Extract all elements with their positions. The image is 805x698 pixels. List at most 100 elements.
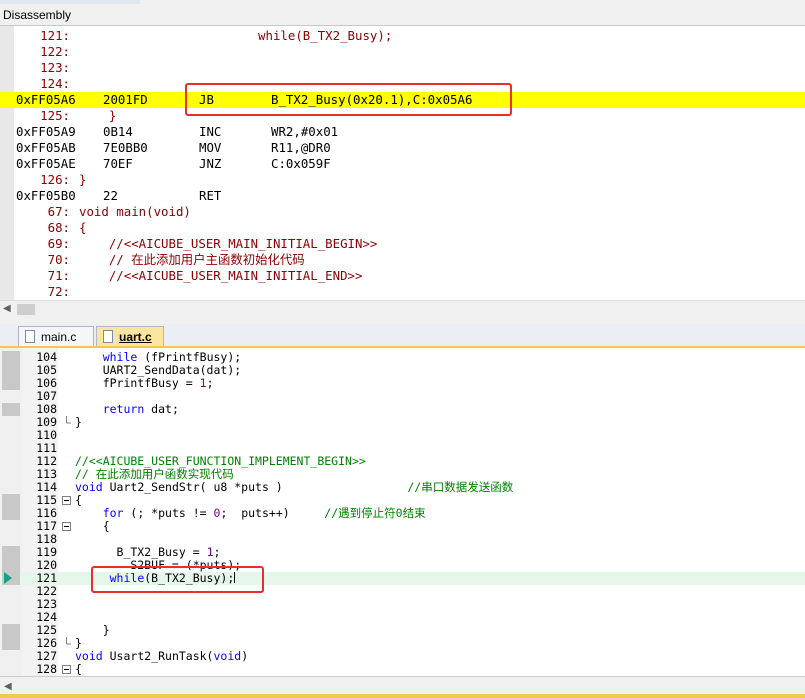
code-line[interactable]: 123 xyxy=(0,598,805,611)
code-line[interactable]: 128 { xyxy=(0,663,805,676)
tab-uart-c[interactable]: uart.c xyxy=(96,326,164,346)
fold-collapse-icon[interactable] xyxy=(62,520,71,533)
instruction-operands: C:0x059F xyxy=(271,156,331,171)
instruction-address: 0xFF05A6 xyxy=(16,92,76,107)
executable-line-marker[interactable] xyxy=(2,546,20,559)
instruction-bytes: 2001FD xyxy=(103,92,148,107)
source-code-text: } xyxy=(79,108,117,123)
disassembly-instruction-line[interactable]: 0xFF05AB 7E0BB0 MOV R11,@DR0 xyxy=(0,140,805,156)
source-line-number: 124: xyxy=(40,76,70,91)
disassembly-source-line[interactable]: 126:} xyxy=(0,172,805,188)
source-line-number: 70: xyxy=(47,252,70,267)
executable-line-marker[interactable] xyxy=(2,637,20,650)
instruction-bytes: 22 xyxy=(103,188,118,203)
code-text: fPrintfBusy = 1; xyxy=(75,376,214,390)
scroll-left-arrow-icon[interactable]: ◀ xyxy=(4,681,12,692)
disassembly-source-line[interactable]: 121: while(B_TX2_Busy); xyxy=(0,28,805,44)
instruction-address: 0xFF05AE xyxy=(16,156,76,171)
scroll-left-arrow-icon[interactable]: ◀ xyxy=(3,303,11,314)
source-line-number: 69: xyxy=(47,236,70,251)
source-line-number: 122: xyxy=(40,44,70,59)
pane-splitter[interactable] xyxy=(0,317,805,324)
code-line[interactable]: 127 void Usart2_RunTask(void) xyxy=(0,650,805,663)
instruction-address: 0xFF05B0 xyxy=(16,188,76,203)
source-code-text: //<<AICUBE_USER_MAIN_INITIAL_BEGIN>> xyxy=(79,236,378,251)
tab-label: uart.c xyxy=(119,330,152,344)
instruction-mnemonic: MOV xyxy=(199,140,222,155)
disassembly-source-line[interactable]: 69: //<<AICUBE_USER_MAIN_INITIAL_BEGIN>> xyxy=(0,236,805,252)
annotation-box-editor xyxy=(91,566,264,593)
code-text: { xyxy=(75,662,82,676)
instruction-operands: WR2,#0x01 xyxy=(271,124,339,139)
code-line[interactable]: 109} xyxy=(0,416,805,429)
instruction-bytes: 70EF xyxy=(103,156,133,171)
disassembly-source-line[interactable]: 123: xyxy=(0,60,805,76)
code-text: } xyxy=(75,415,82,429)
instruction-mnemonic: JNZ xyxy=(199,156,222,171)
editor-tab-bar: main.c uart.c xyxy=(0,324,805,348)
editor-horizontal-scrollbar[interactable]: ◀ xyxy=(0,676,805,698)
source-code-text: void main(void) xyxy=(79,204,191,219)
code-text: void Uart2_SendStr( u8 *puts ) //串口数据发送函… xyxy=(75,480,514,494)
disassembly-instruction-line[interactable]: 0xFF05A9 0B14 INC WR2,#0x01 xyxy=(0,124,805,140)
code-line[interactable]: 114 void Uart2_SendStr( u8 *puts ) //串口数据… xyxy=(0,481,805,494)
fold-collapse-icon[interactable] xyxy=(62,663,71,676)
executable-line-marker[interactable] xyxy=(2,377,20,390)
fold-collapse-icon[interactable] xyxy=(62,494,71,507)
code-line[interactable]: 116 for (; *puts != 0; puts++) //遇到停止符0结… xyxy=(0,507,805,520)
source-code-text: { xyxy=(79,220,87,235)
instruction-bytes: 0B14 xyxy=(103,124,133,139)
instruction-address: 0xFF05A9 xyxy=(16,124,76,139)
status-strip xyxy=(0,694,805,698)
source-code-text: } xyxy=(79,172,87,187)
code-line[interactable]: 106 fPrintfBusy = 1; xyxy=(0,377,805,390)
disassembly-source-line[interactable]: 122: xyxy=(0,44,805,60)
disassembly-instruction-line[interactable]: 0xFF05B0 22 RET xyxy=(0,188,805,204)
executable-line-marker[interactable] xyxy=(2,559,20,572)
tab-main-c[interactable]: main.c xyxy=(18,326,94,346)
disassembly-source-line[interactable]: 67: void main(void) xyxy=(0,204,805,220)
fold-end-icon xyxy=(62,416,71,429)
instruction-address: 0xFF05AB xyxy=(16,140,76,155)
disassembly-source-line[interactable]: 70: // 在此添加用户主函数初始化代码 xyxy=(0,252,805,268)
code-line[interactable]: 117 { xyxy=(0,520,805,533)
code-line[interactable]: 125 } xyxy=(0,624,805,637)
source-code-text: //<<AICUBE_USER_MAIN_INITIAL_END>> xyxy=(79,268,363,283)
executable-line-marker[interactable] xyxy=(2,507,20,520)
source-line-number: 67: xyxy=(47,204,70,219)
instruction-mnemonic: INC xyxy=(199,124,222,139)
file-icon xyxy=(103,330,113,343)
disassembly-pane[interactable]: 121: while(B_TX2_Busy); 122: 123: 124: 0xFF0… xyxy=(0,26,805,300)
source-line-number: 68: xyxy=(47,220,70,235)
code-line[interactable]: 124 xyxy=(0,611,805,624)
disassembly-source-line[interactable]: 72: xyxy=(0,284,805,300)
executable-line-marker[interactable] xyxy=(2,364,20,377)
file-icon xyxy=(25,330,35,343)
code-text: void Usart2_RunTask(void) xyxy=(75,649,249,663)
source-editor[interactable]: 104 while (fPrintfBusy); 105 UART2_SendDa… xyxy=(0,348,805,676)
disassembly-instruction-line[interactable]: 0xFF05AE 70EF JNZ C:0x059F xyxy=(0,156,805,172)
source-line-number: 71: xyxy=(47,268,70,283)
annotation-box-disassembly xyxy=(185,83,512,116)
executable-line-marker[interactable] xyxy=(2,403,20,416)
code-line[interactable]: 110 xyxy=(0,429,805,442)
executable-line-marker[interactable] xyxy=(2,624,20,637)
instruction-operands: R11,@DR0 xyxy=(271,140,331,155)
source-line-number: 125: xyxy=(40,108,70,123)
executable-line-marker[interactable] xyxy=(2,351,20,364)
code-text: for (; *puts != 0; puts++) //遇到停止符0结束 xyxy=(102,506,426,520)
source-line-number: 126: xyxy=(40,172,70,187)
disassembly-source-line[interactable]: 68: { xyxy=(0,220,805,236)
instruction-mnemonic: RET xyxy=(199,188,222,203)
scrollbar-thumb[interactable] xyxy=(17,304,35,315)
instruction-bytes: 7E0BB0 xyxy=(103,140,148,155)
source-code-text: // 在此添加用户主函数初始化代码 xyxy=(79,252,305,267)
disassembly-horizontal-scrollbar[interactable]: ◀ xyxy=(0,300,805,317)
source-line-number: 123: xyxy=(40,60,70,75)
source-code-text: while(B_TX2_Busy); xyxy=(79,28,393,43)
tab-label: main.c xyxy=(41,330,77,344)
disassembly-source-line[interactable]: 71: //<<AICUBE_USER_MAIN_INITIAL_END>> xyxy=(0,268,805,284)
window-title: Disassembly xyxy=(3,8,72,22)
executable-line-marker[interactable] xyxy=(2,494,20,507)
code-line[interactable]: 108 return dat; xyxy=(0,403,805,416)
